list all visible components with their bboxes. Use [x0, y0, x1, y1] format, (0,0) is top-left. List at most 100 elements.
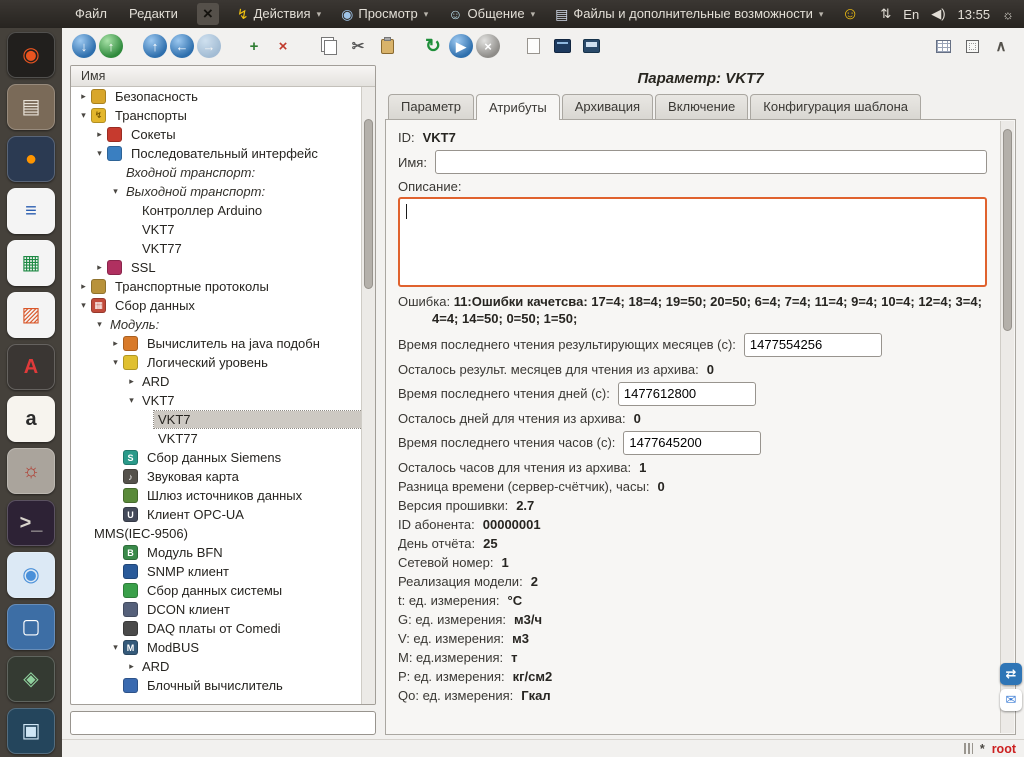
copy-item-button[interactable]: [316, 33, 342, 59]
tree-item-bfn-module[interactable]: BМодуль BFN: [71, 543, 362, 562]
communication-menu[interactable]: ☺Общение▾: [440, 0, 543, 28]
refresh-button[interactable]: ↻: [420, 33, 446, 59]
session-gear-icon[interactable]: ☼: [1002, 7, 1014, 22]
forward-button[interactable]: →: [197, 34, 221, 58]
tree-expander-icon[interactable]: ▾: [109, 357, 122, 368]
language-indicator[interactable]: En: [903, 7, 919, 22]
view-menu[interactable]: ◉Просмотр▾: [333, 0, 436, 28]
tree-item-ard-logic[interactable]: ▸ARD: [71, 372, 362, 391]
delete-item-button[interactable]: ×: [270, 33, 296, 59]
tree-scrollbar-thumb[interactable]: [364, 119, 373, 289]
tree-expander-icon[interactable]: ▸: [125, 376, 138, 387]
menu-file[interactable]: Файл: [66, 0, 116, 28]
file-manager-icon[interactable]: ▤: [7, 84, 55, 130]
tree-item-system-da[interactable]: Сбор данных системы: [71, 581, 362, 600]
tree-expander-icon[interactable]: ▸: [77, 91, 90, 102]
stop-button[interactable]: ×: [476, 34, 500, 58]
console-dark-button[interactable]: [549, 33, 575, 59]
tree-item-snmp-client[interactable]: SNMP клиент: [71, 562, 362, 581]
keyboard-indicator-icon[interactable]: ⇅: [880, 6, 891, 22]
extra-app-icon[interactable]: ▣: [7, 708, 55, 754]
tree-expander-icon[interactable]: ▾: [125, 395, 138, 406]
tree-item-siemens-da[interactable]: SСбор данных Siemens: [71, 448, 362, 467]
terminal-icon[interactable]: >_: [7, 500, 55, 546]
back-button[interactable]: ←: [170, 34, 194, 58]
collapse-panel-button[interactable]: ∧: [988, 33, 1014, 59]
up-level-button[interactable]: ↑: [143, 34, 167, 58]
tab-attributes[interactable]: Атрибуты: [476, 94, 560, 120]
tree-item-sound-card[interactable]: ♪Звуковая карта: [71, 467, 362, 486]
ubuntu-dash-icon[interactable]: ◉: [7, 32, 55, 78]
libreoffice-writer-icon[interactable]: ≡: [7, 188, 55, 234]
tree-expander-icon[interactable]: ▾: [77, 300, 90, 311]
cut-item-button[interactable]: ✂: [345, 33, 371, 59]
tree-expander-icon[interactable]: ▾: [109, 186, 122, 197]
files-menu[interactable]: ▤Файлы и дополнительные возможности▾: [547, 0, 831, 28]
menu-edit[interactable]: Редакти: [120, 0, 187, 28]
tree-item-java-calculator[interactable]: ▸Вычислитель на java подобн: [71, 334, 362, 353]
tree-item-logic-level[interactable]: ▾Логический уровень: [71, 353, 362, 372]
libreoffice-impress-icon[interactable]: ▨: [7, 292, 55, 338]
tree-item-vkt7-out[interactable]: VKT7: [71, 220, 362, 239]
tab-enable[interactable]: Включение: [655, 94, 748, 119]
tree-item-opc-ua-client[interactable]: UКлиент OPC-UA: [71, 505, 362, 524]
table-view-button[interactable]: [930, 33, 956, 59]
clock[interactable]: 13:55: [958, 7, 991, 22]
tree-item-dcon-client[interactable]: DCON клиент: [71, 600, 362, 619]
tree-item-modbus[interactable]: ▾MModBUS: [71, 638, 362, 657]
tree-header[interactable]: Имя: [71, 66, 375, 87]
expand-view-button[interactable]: [959, 33, 985, 59]
tree-item-ssl[interactable]: ▸SSL: [71, 258, 362, 277]
libreoffice-calc-icon[interactable]: ▦: [7, 240, 55, 286]
volume-icon[interactable]: ◀): [931, 6, 945, 22]
tree-item-serial-interface[interactable]: ▾Последовательный интерфейс: [71, 144, 362, 163]
tree-item-block-calculator[interactable]: Блочный вычислитель: [71, 676, 362, 695]
resize-grip-icon[interactable]: [964, 743, 973, 754]
tab-parameter[interactable]: Параметр: [388, 94, 474, 119]
red-a-app-icon[interactable]: A: [7, 344, 55, 390]
tree-expander-icon[interactable]: ▸: [109, 338, 122, 349]
tree-item-data-sources-gateway[interactable]: Шлюз источников данных: [71, 486, 362, 505]
tree-expander-icon[interactable]: ▾: [93, 148, 106, 159]
amazon-icon[interactable]: a: [7, 396, 55, 442]
console-blue-button[interactable]: [578, 33, 604, 59]
tree-item-module-group[interactable]: ▾Модуль:: [71, 315, 362, 334]
tab-template-config[interactable]: Конфигурация шаблона: [750, 94, 921, 119]
firefox-icon[interactable]: ●: [7, 136, 55, 182]
window-close-icon[interactable]: ×: [197, 3, 219, 25]
smiley-icon[interactable]: ☺: [841, 0, 858, 28]
tree-item-vkt77-param[interactable]: VKT77: [71, 429, 362, 448]
paste-item-button[interactable]: [374, 33, 400, 59]
tree-expander-icon[interactable]: ▾: [93, 319, 106, 330]
tree-expander-icon[interactable]: ▸: [125, 661, 138, 672]
tree-item-controller-arduino[interactable]: Контроллер Arduino: [71, 201, 362, 220]
actions-menu[interactable]: ↯Действия▾: [229, 0, 329, 28]
add-item-button[interactable]: +: [241, 33, 267, 59]
tree-expander-icon[interactable]: ▾: [109, 642, 122, 653]
tree-item-mms-iec9506[interactable]: MMS(IEC-9506): [71, 524, 362, 543]
tree-item-vkt7-controller[interactable]: ▾VKT7: [71, 391, 362, 410]
tree-item-daq-comedi[interactable]: DAQ платы от Comedi: [71, 619, 362, 638]
tree-expander-icon[interactable]: ▾: [77, 110, 90, 121]
tree-expander-icon[interactable]: ▸: [93, 129, 106, 140]
tab-archiving[interactable]: Архивация: [562, 94, 653, 119]
last-read-months-input[interactable]: [744, 333, 882, 357]
save-to-db-button[interactable]: ↑: [99, 34, 123, 58]
tree-item-vkt77-out[interactable]: VKT77: [71, 239, 362, 258]
load-from-db-button[interactable]: ↓: [72, 34, 96, 58]
tree-filter-input[interactable]: [70, 711, 376, 735]
description-input[interactable]: [398, 197, 987, 287]
software-center-icon[interactable]: ◈: [7, 656, 55, 702]
tree-item-input-transport[interactable]: Входной транспорт:: [71, 163, 362, 182]
last-read-hours-input[interactable]: [623, 431, 761, 455]
name-input[interactable]: [435, 150, 987, 174]
tree-expander-icon[interactable]: ▸: [93, 262, 106, 273]
tree-item-output-transport[interactable]: ▾Выходной транспорт:: [71, 182, 362, 201]
start-periodic-update-button[interactable]: ▶: [449, 34, 473, 58]
tree-item-security[interactable]: ▸Безопасность: [71, 87, 362, 106]
new-page-button[interactable]: [520, 33, 546, 59]
tree-item-transport-protocols[interactable]: ▸Транспортные протоколы: [71, 277, 362, 296]
chromium-icon[interactable]: ◉: [7, 552, 55, 598]
tree-expander-icon[interactable]: ▸: [77, 281, 90, 292]
remote-desktop-icon[interactable]: ▢: [7, 604, 55, 650]
